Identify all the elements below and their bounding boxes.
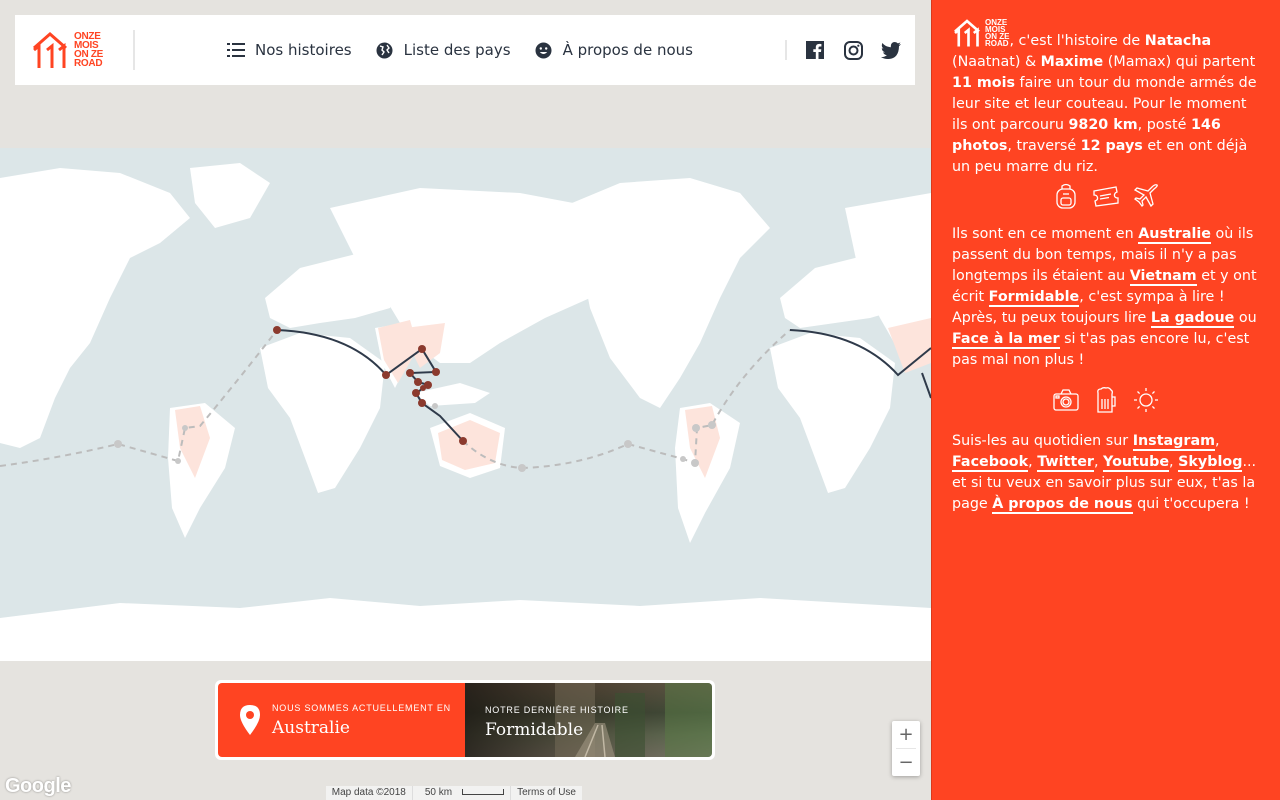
- intro-text: (Mamax) qui partent: [1103, 54, 1256, 70]
- facebook-icon[interactable]: [805, 40, 825, 60]
- ticket-icon: [1093, 183, 1119, 209]
- latest-story-title: Formidable: [485, 720, 584, 740]
- globe-icon: [376, 41, 394, 59]
- nav-label: À propos de nous: [562, 41, 693, 59]
- follow-text: Suis-les au quotidien sur: [952, 433, 1133, 449]
- current-text: Ils sont en ce moment en: [952, 226, 1139, 242]
- scale-label: 50 km: [424, 787, 453, 798]
- top-nav-bar: ONZE MOIS ON ZE ROAD Nos histoires Liste…: [15, 15, 915, 85]
- zoom-out-button[interactable]: −: [892, 749, 920, 776]
- intro-text: , c'est l'histoire de: [1009, 33, 1145, 49]
- follow-paragraph: Suis-les au quotidien sur Instagram, Fac…: [952, 431, 1260, 515]
- link-face-a-la-mer[interactable]: Face à la mer: [952, 331, 1060, 349]
- zoom-controls: + −: [892, 721, 920, 776]
- map-data-text: Map data ©2018: [331, 787, 406, 798]
- beer-icon: [1093, 387, 1119, 413]
- nav-label: Nos histoires: [255, 41, 352, 59]
- twitter-icon[interactable]: [881, 40, 901, 60]
- site-logo[interactable]: ONZE MOIS ON ZE ROAD: [15, 30, 135, 70]
- map-pin-icon: [240, 705, 260, 735]
- logo-11-icon: [33, 32, 67, 68]
- map-scale[interactable]: 50 km: [411, 786, 510, 800]
- link-youtube[interactable]: Youtube: [1103, 454, 1170, 472]
- zoom-in-button[interactable]: +: [892, 721, 920, 748]
- camera-icon: [1053, 387, 1079, 413]
- google-logo[interactable]: Google: [5, 775, 71, 798]
- latest-story-caption: Notre dernière histoire: [485, 705, 629, 715]
- current-location-caption: Nous sommes actuellement en: [272, 702, 451, 713]
- logo-line: ROAD: [985, 39, 1009, 48]
- follow-text: qui t'occupera !: [1132, 496, 1250, 512]
- plane-icon: [1133, 183, 1159, 209]
- current-paragraph: Ils sont en ce moment en Australie où il…: [952, 224, 1260, 371]
- scale-bar: [462, 789, 505, 796]
- logo-text: ONZE MOIS ON ZE ROAD: [74, 32, 103, 69]
- map-attribution: Map data ©2018 50 km Terms of Use: [325, 786, 582, 800]
- link-formidable[interactable]: Formidable: [988, 289, 1080, 307]
- link-la-gadoue[interactable]: La gadoue: [1150, 310, 1235, 328]
- intro-text: (Naatnat) &: [952, 54, 1041, 70]
- intro-paragraph: ONZE MOIS ON ZE ROAD , c'est l'histoire …: [952, 18, 1260, 178]
- link-facebook[interactable]: Facebook: [952, 454, 1029, 472]
- main-nav: Nos histoires Liste des pays À propos de…: [135, 41, 785, 59]
- name-natacha: Natacha: [1144, 33, 1212, 49]
- nav-nos-histoires[interactable]: Nos histoires: [227, 41, 352, 59]
- latest-story-text: Notre dernière histoire Formidable: [485, 705, 629, 740]
- separator: ,: [1028, 454, 1038, 470]
- instagram-icon[interactable]: [843, 40, 863, 60]
- current-location-country: Australie: [272, 717, 350, 738]
- terms-link[interactable]: Terms of Use: [510, 786, 582, 800]
- backpack-icon: [1053, 183, 1079, 209]
- about-sidebar: ONZE MOIS ON ZE ROAD , c'est l'histoire …: [931, 0, 1280, 800]
- link-australie[interactable]: Australie: [1138, 226, 1211, 244]
- smiley-icon: [535, 41, 553, 59]
- name-maxime: Maxime: [1040, 54, 1104, 70]
- nav-liste-des-pays[interactable]: Liste des pays: [376, 41, 511, 59]
- sun-icon: [1133, 387, 1159, 413]
- link-instagram[interactable]: Instagram: [1132, 433, 1216, 451]
- map-canvas[interactable]: [0, 148, 931, 661]
- separator: ,: [1215, 433, 1220, 449]
- separator: ,: [1093, 454, 1104, 470]
- nav-a-propos[interactable]: À propos de nous: [535, 41, 693, 59]
- intro-text: , posté: [1137, 117, 1191, 133]
- current-location-card[interactable]: Nous sommes actuellement en Australie: [218, 683, 465, 757]
- logo-text: ONZE MOIS ON ZE ROAD: [985, 19, 1009, 48]
- stat-countries: 12 pays: [1080, 138, 1143, 154]
- current-text: ou: [1234, 310, 1257, 326]
- stat-km: 9820 km: [1068, 117, 1138, 133]
- link-vietnam[interactable]: Vietnam: [1129, 268, 1197, 286]
- icon-row-leisure: [952, 387, 1260, 413]
- link-a-propos[interactable]: À propos de nous: [992, 496, 1133, 514]
- link-twitter[interactable]: Twitter: [1037, 454, 1094, 472]
- social-links: [785, 40, 915, 60]
- list-icon: [227, 41, 246, 59]
- status-banner: Nous sommes actuellement en Australie No…: [215, 680, 715, 760]
- current-location-text: Nous sommes actuellement en Australie: [272, 703, 451, 738]
- sidebar-logo[interactable]: ONZE MOIS ON ZE ROAD: [952, 18, 1009, 48]
- intro-text: , traversé: [1007, 138, 1081, 154]
- icon-row-travel: [952, 183, 1260, 209]
- logo-11-icon: [954, 19, 980, 47]
- link-skyblog[interactable]: Skyblog: [1178, 454, 1243, 472]
- nav-label: Liste des pays: [403, 41, 511, 59]
- latest-story-card[interactable]: Notre dernière histoire Formidable: [465, 683, 712, 757]
- logo-line: ROAD: [74, 58, 103, 69]
- stat-months: 11 mois: [952, 75, 1016, 91]
- separator: ,: [1169, 454, 1179, 470]
